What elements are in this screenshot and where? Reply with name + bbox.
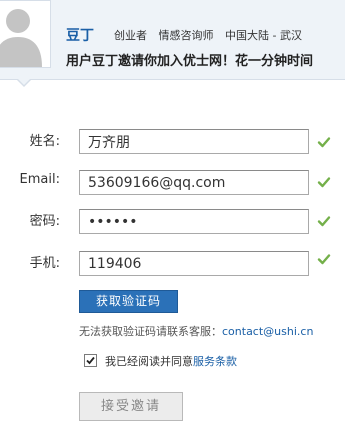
inviter-tags: 创业者 情感咨询师 中国大陆 - 武汉 [114,27,310,43]
email-label: Email: [19,172,60,187]
email-field[interactable] [79,170,309,195]
phone-field[interactable] [79,251,309,276]
accept-invite-button[interactable]: 接受邀请 [79,392,183,421]
user-silhouette-icon [0,1,50,67]
check-icon [317,177,331,188]
inviter-name[interactable]: 豆丁 [66,25,94,45]
inviter-location: 中国大陆 - 武汉 [225,29,302,42]
check-icon [317,137,331,148]
get-code-button[interactable]: 获取验证码 [79,290,178,313]
terms-link[interactable]: 服务条款 [193,355,237,368]
agree-checkbox[interactable] [84,354,97,367]
invite-message: 用户豆丁邀请你加入优士网！花一分钟时间 [66,54,314,69]
checkmark-icon [86,356,95,365]
name-field[interactable] [79,129,309,154]
invite-header: 豆丁 创业者 情感咨询师 中国大陆 - 武汉 用户豆丁邀请你加入优士网！花一分钟… [0,0,345,80]
check-icon [317,254,331,265]
agreement-row: 我已经阅读并同意服务条款 [84,353,237,369]
header-pointer [16,78,32,87]
password-label: 密码: [29,214,60,229]
avatar [0,0,51,68]
inviter-tag: 创业者 [114,29,147,42]
support-email-link[interactable]: contact@ushi.cn [222,325,313,338]
inviter-tag: 情感咨询师 [158,29,214,42]
help-text: 无法获取验证码请联系客服：contact@ushi.cn [79,323,313,339]
help-message: 无法获取验证码请联系客服： [79,325,222,338]
phone-label: 手机: [29,256,60,271]
name-label: 姓名: [29,134,60,149]
check-icon [317,216,331,227]
agreement-text: 我已经阅读并同意 [105,355,193,368]
password-field[interactable] [79,209,309,234]
